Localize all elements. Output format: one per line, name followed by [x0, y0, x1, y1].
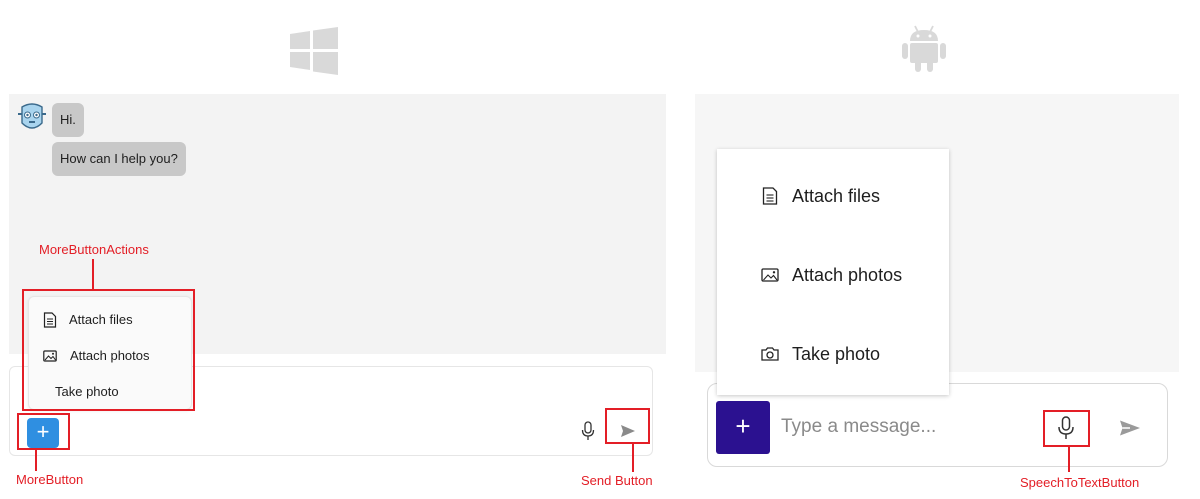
annotation-box-send-button: [605, 408, 650, 444]
menu-item-take-photo[interactable]: Take photo: [717, 340, 949, 368]
annotation-box-speech-to-text-button: [1043, 410, 1090, 447]
more-button-actions-menu: Attach files Attach photos Take photo: [717, 149, 949, 395]
image-icon: [761, 268, 779, 282]
bot-avatar-icon: [18, 103, 46, 129]
message-input-placeholder[interactable]: Type a message...: [781, 416, 936, 438]
microphone-icon[interactable]: [580, 421, 596, 441]
annotation-connector: [632, 444, 634, 472]
menu-item-label: Attach photos: [792, 265, 903, 285]
annotation-connector: [35, 450, 37, 471]
bot-message-bubble: Hi.: [52, 103, 84, 137]
more-button[interactable]: +: [716, 401, 770, 454]
annotation-box-more-button: [17, 413, 70, 450]
windows-logo-icon: [290, 27, 338, 75]
send-icon[interactable]: [1119, 419, 1141, 437]
camera-icon: [761, 347, 779, 361]
annotation-box-more-button-actions: [22, 289, 195, 411]
message-input-area[interactable]: [707, 383, 1168, 467]
annotation-speech-to-text-button: SpeechToTextButton: [1020, 475, 1140, 490]
annotation-more-button-actions: MoreButtonActions: [39, 242, 149, 257]
annotation-send-button: Send Button: [581, 473, 653, 488]
annotation-more-button: MoreButton: [16, 472, 84, 487]
android-logo-icon: [902, 25, 946, 72]
menu-item-attach-photos[interactable]: Attach photos: [717, 261, 949, 289]
menu-item-attach-files[interactable]: Attach files: [717, 182, 949, 210]
annotation-connector: [1068, 447, 1070, 472]
menu-item-label: Attach files: [792, 186, 881, 206]
annotation-connector: [92, 259, 94, 289]
menu-item-label: Take photo: [792, 344, 881, 364]
document-icon: [762, 187, 778, 205]
bot-message-bubble: How can I help you?: [52, 142, 186, 176]
